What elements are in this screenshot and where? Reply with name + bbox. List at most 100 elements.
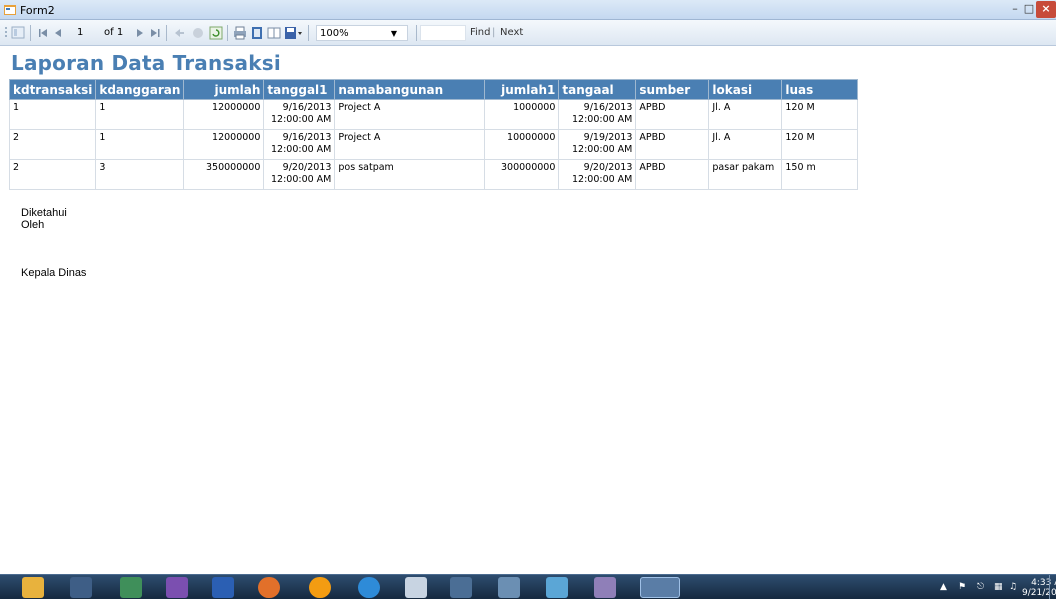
table-header-row: kdtransaksi kdanggaran jumlah tanggal1 n… [8,79,859,100]
find-text-input[interactable] [420,25,466,41]
infinity-icon[interactable] [450,577,472,598]
page-count-label: of 1 [104,27,124,38]
avast-icon[interactable] [309,577,331,598]
current-page-input[interactable]: 1 [77,25,83,41]
table-cell: 9/19/2013 12:00:00 AM [558,129,637,160]
network-icon[interactable]: ▦ [994,582,1003,592]
close-button[interactable]: × [1036,1,1056,18]
table-row: 2 3 350000000 9/20/2013 12:00:00 AM pos s… [8,159,859,190]
table-cell: pos satpam [334,159,486,190]
zoom-value: 100% [320,28,349,39]
toolbar-separator [416,25,417,41]
date-text: 9/20/2013 [282,162,332,173]
find-separator: | [492,27,496,38]
zoom-select[interactable]: 100% ▼ [316,25,408,41]
date-text: 9/16/2013 [282,102,332,113]
maximize-button[interactable]: □ [1022,1,1036,18]
table-cell: 1 [95,129,185,160]
table-cell: 350000000 [183,159,265,190]
table-cell: 300000000 [484,159,560,190]
table-row: 1 1 12000000 9/16/2013 12:00:00 AM Projec… [8,99,859,130]
table-row: 2 1 12000000 9/16/2013 12:00:00 AM Projec… [8,129,859,160]
table-cell: 12000000 [183,129,265,160]
signature-by-label: Oleh [21,219,45,231]
page-setup-icon[interactable] [267,25,281,41]
toolbar-grip-icon [4,25,8,41]
table-cell: 120 M [781,99,859,130]
stop-icon[interactable] [191,25,205,41]
table-cell: 9/20/2013 12:00:00 AM [558,159,637,190]
last-page-icon[interactable] [149,25,161,41]
table-cell: 10000000 [484,129,560,160]
table-cell: pasar pakam [708,159,783,190]
app-icon [4,5,16,15]
first-page-icon[interactable] [37,25,49,41]
column-header: tangaal [558,79,637,100]
time-text: 12:00:00 AM [572,174,633,185]
explorer-icon[interactable] [22,577,44,598]
report-toolbar: 1 of 1 100% ▼ Find | Next [0,20,1056,46]
table-cell: 120 M [781,129,859,160]
media-icon[interactable] [70,577,92,598]
word-icon[interactable] [212,577,234,598]
table-cell: 1 [8,99,97,130]
table-cell: 12000000 [183,99,265,130]
calendar-icon[interactable] [498,577,520,598]
signature-title-label: Kepala Dinas [21,267,87,279]
column-header: tanggal1 [263,79,336,100]
find-link[interactable]: Find [470,25,491,41]
previous-page-icon[interactable] [53,25,63,41]
table-cell: 9/20/2013 12:00:00 AM [263,159,336,190]
table-cell: 1000000 [484,99,560,130]
date-text: 9/16/2013 [583,102,633,113]
tray-expand-icon[interactable]: ▲ [940,582,947,592]
document-map-icon[interactable] [11,25,25,41]
snipping-icon[interactable] [405,577,427,598]
media-player-icon[interactable] [358,577,380,598]
table-cell: APBD [635,99,710,130]
time-text: 12:00:00 AM [271,174,332,185]
report-title: Laporan Data Transaksi [11,51,281,75]
next-page-icon[interactable] [135,25,145,41]
table-cell: 1 [95,99,185,130]
print-layout-icon[interactable] [250,25,264,41]
column-header: sumber [635,79,710,100]
column-header: kdtransaksi [8,79,97,100]
date-text: 9/16/2013 [282,132,332,143]
toolbar-separator [227,25,228,41]
table-cell: 9/16/2013 12:00:00 AM [263,129,336,160]
usb-icon[interactable]: ⎋ [977,582,984,592]
date-text: 9/20/2013 [583,162,633,173]
firefox-icon[interactable] [258,577,280,598]
next-link[interactable]: Next [500,25,523,41]
time-text: 12:00:00 AM [572,114,633,125]
signature-known-label: Diketahui [21,207,67,219]
photo-icon[interactable] [120,577,142,598]
column-header: jumlah1 [484,79,560,100]
table-cell: Jl. A [708,129,783,160]
table-cell: 150 m [781,159,859,190]
column-header: namabangunan [334,79,486,100]
paint-icon[interactable] [594,577,616,598]
action-center-icon[interactable]: ⚑ [958,582,966,592]
table-cell: Project A [334,129,486,160]
refresh-icon[interactable] [209,25,223,41]
table-cell: 9/16/2013 12:00:00 AM [263,99,336,130]
chevron-down-icon: ▼ [390,29,397,38]
window-titlebar: Form2 – □ × [0,0,1056,20]
time-text: 12:00:00 AM [271,144,332,155]
vs-icon[interactable] [166,577,188,598]
print-icon[interactable] [233,25,247,41]
notepad-icon[interactable] [546,577,568,598]
minimize-button[interactable]: – [1008,1,1022,18]
form-app-icon[interactable] [640,577,680,598]
volume-icon[interactable]: ♫ [1009,582,1017,592]
table-cell: 3 [95,159,185,190]
table-cell: 9/16/2013 12:00:00 AM [558,99,637,130]
back-icon[interactable] [173,25,185,41]
toolbar-separator [166,25,167,41]
show-desktop-button[interactable] [1049,575,1056,599]
time-text: 12:00:00 AM [572,144,633,155]
export-icon[interactable] [284,25,304,41]
column-header: lokasi [708,79,783,100]
